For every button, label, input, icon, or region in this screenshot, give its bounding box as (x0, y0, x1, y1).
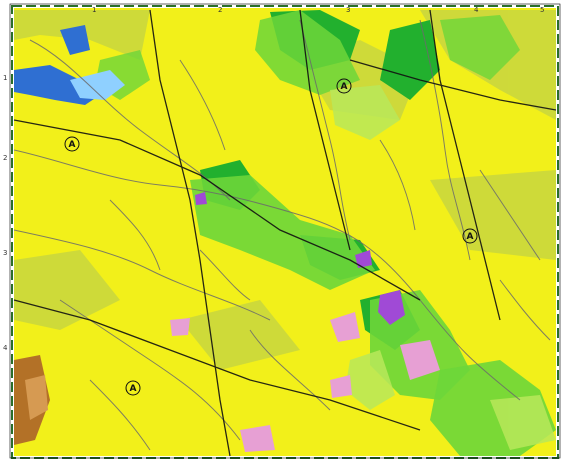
top-edge-number: 4 (474, 6, 479, 14)
top-edge-number: 3 (346, 6, 350, 14)
circled-label-text: A (341, 82, 348, 92)
left-edge-number: 2 (3, 154, 7, 162)
map-sheet[interactable]: 1 2 3 4 5 1 2 3 4 A A A A (0, 0, 570, 460)
top-edge-number: 1 (92, 6, 96, 14)
top-edge-number: 5 (540, 6, 544, 14)
circled-label-text: A (467, 232, 474, 242)
top-edge-number: 2 (218, 6, 222, 14)
map-canvas[interactable]: 1 2 3 4 5 1 2 3 4 A A A A (0, 0, 570, 460)
circled-label-text: A (130, 384, 137, 394)
left-edge-number: 1 (3, 74, 7, 82)
left-edge-number: 4 (3, 344, 8, 352)
circled-label-text: A (69, 140, 76, 150)
left-edge-number: 3 (3, 249, 7, 257)
